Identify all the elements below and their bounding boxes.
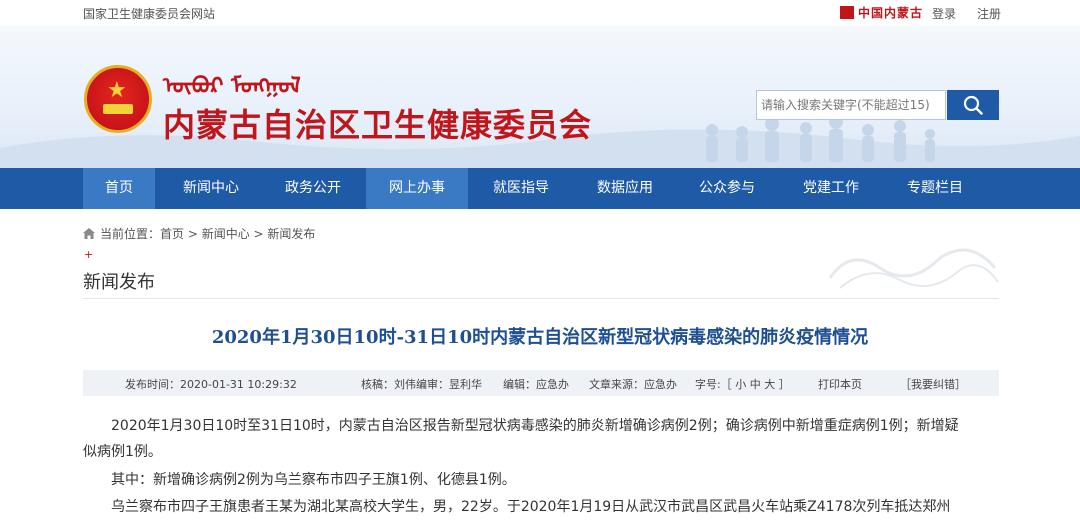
- nav-item-online-services[interactable]: 网上办事: [366, 168, 468, 209]
- breadcrumb-prefix: 当前位置：: [100, 227, 161, 241]
- article-paragraph: 似病例1例。: [83, 444, 162, 460]
- nav-item-medical-guide[interactable]: 就医指导: [478, 168, 564, 209]
- breadcrumb-separator: >: [184, 227, 202, 241]
- search-input[interactable]: [757, 91, 945, 119]
- login-link[interactable]: 登录: [932, 5, 956, 22]
- breadcrumb: 当前位置：首页 > 新闻中心 > 新闻发布: [83, 225, 315, 242]
- national-emblem-logo[interactable]: ★: [84, 65, 152, 133]
- main-nav: 首页 新闻中心 政务公开 网上办事 就医指导 数据应用 公众参与 党建工作 专题…: [0, 168, 1080, 209]
- nav-item-party-building[interactable]: 党建工作: [788, 168, 874, 209]
- breadcrumb-separator: >: [249, 227, 268, 241]
- nav-item-news-center[interactable]: 新闻中心: [168, 168, 254, 209]
- article-source: 文章来源：应急办: [589, 378, 677, 391]
- font-size-selector[interactable]: 字号:［ 小 中 大 ］: [695, 376, 790, 392]
- nav-item-data-application[interactable]: 数据应用: [582, 168, 668, 209]
- mongolian-title: ᠥᠪᠦᠷ ᠮᠣᠩᠭᠣᠯ: [163, 73, 301, 99]
- print-page-link[interactable]: 打印本页: [818, 376, 862, 392]
- search-box: [756, 90, 946, 120]
- top-bar: 国家卫生健康委员会网站 中国内蒙古 登录 注册: [0, 0, 1080, 26]
- article-paragraph: 乌兰察布市四子王旗患者王某为湖北某高校大学生，男，22岁。于2020年1月19日…: [111, 499, 951, 515]
- nav-item-home[interactable]: 首页: [83, 168, 155, 209]
- decorative-pattern: [828, 248, 999, 289]
- breadcrumb-news-center[interactable]: 新闻中心: [202, 227, 250, 241]
- publish-time: 发布时间：2020-01-31 10:29:32: [125, 378, 297, 391]
- gate-icon: [103, 104, 133, 114]
- nav-item-public-participation[interactable]: 公众参与: [684, 168, 770, 209]
- partner-logo-text: 中国内蒙古: [858, 6, 924, 20]
- partner-logo-icon: [840, 6, 854, 19]
- header-banner: ★ ᠥᠪᠦᠷ ᠮᠣᠩᠭᠣᠯ 内蒙古自治区卫生健康委员会: [0, 26, 1080, 168]
- breadcrumb-home[interactable]: 首页: [160, 227, 184, 241]
- article-title: 2020年1月30日10时-31日10时内蒙古自治区新型冠状病毒感染的肺炎疫情情…: [211, 327, 869, 348]
- article-meta-bar: 发布时间：2020-01-31 10:29:32 核稿：刘伟 编审：昱利华 编辑…: [83, 370, 999, 396]
- star-icon: ★: [107, 78, 127, 103]
- org-title: 内蒙古自治区卫生健康委员会: [163, 106, 593, 144]
- search-icon: [963, 95, 983, 115]
- report-error-link[interactable]: ［我要纠错］: [900, 376, 966, 392]
- breadcrumb-news-release[interactable]: 新闻发布: [267, 227, 315, 241]
- section-title: 新闻发布: [83, 272, 155, 293]
- search-button[interactable]: [947, 90, 999, 120]
- section-divider: [83, 298, 999, 299]
- article-paragraph: 其中：新增确诊病例2例为乌兰察布市四子王旗1例、化德县1例。: [111, 472, 516, 488]
- home-icon: [83, 228, 95, 239]
- article-paragraph: 2020年1月30日10时至31日10时，内蒙古自治区报告新型冠状病毒感染的肺炎…: [111, 418, 959, 434]
- verifier: 核稿：刘伟: [361, 378, 416, 391]
- reviewer: 编审：昱利华: [416, 378, 482, 391]
- section-plus-marker: +: [84, 248, 94, 261]
- site-name-link[interactable]: 国家卫生健康委员会网站: [83, 5, 215, 22]
- editor: 编辑：应急办: [503, 378, 569, 391]
- nav-item-special-topics[interactable]: 专题栏目: [892, 168, 978, 209]
- register-link[interactable]: 注册: [977, 5, 1001, 22]
- nav-item-government-affairs[interactable]: 政务公开: [270, 168, 356, 209]
- partner-logo[interactable]: 中国内蒙古: [840, 4, 923, 21]
